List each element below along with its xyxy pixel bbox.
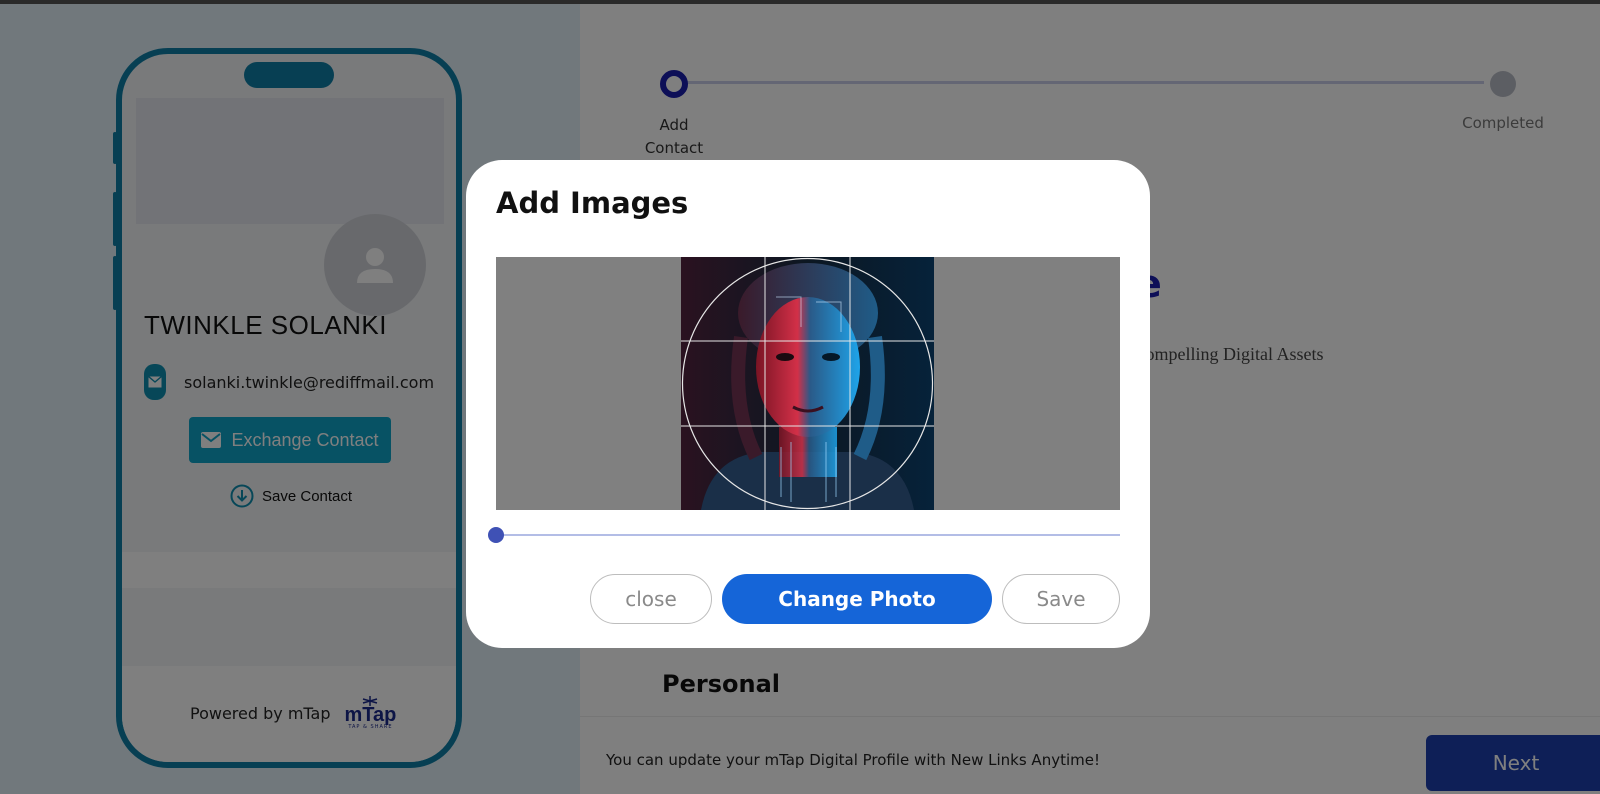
add-images-dialog: Add Images close Change Photo Save [466,160,1150,648]
zoom-slider-track[interactable] [496,534,1120,536]
zoom-slider[interactable] [488,527,1120,543]
zoom-slider-thumb[interactable] [488,527,504,543]
change-photo-button[interactable]: Change Photo [722,574,992,624]
close-button[interactable]: close [590,574,712,624]
image-crop-area[interactable] [496,257,1120,510]
dialog-title: Add Images [496,186,689,220]
save-button[interactable]: Save [1002,574,1120,624]
profile-photo[interactable] [681,257,934,510]
